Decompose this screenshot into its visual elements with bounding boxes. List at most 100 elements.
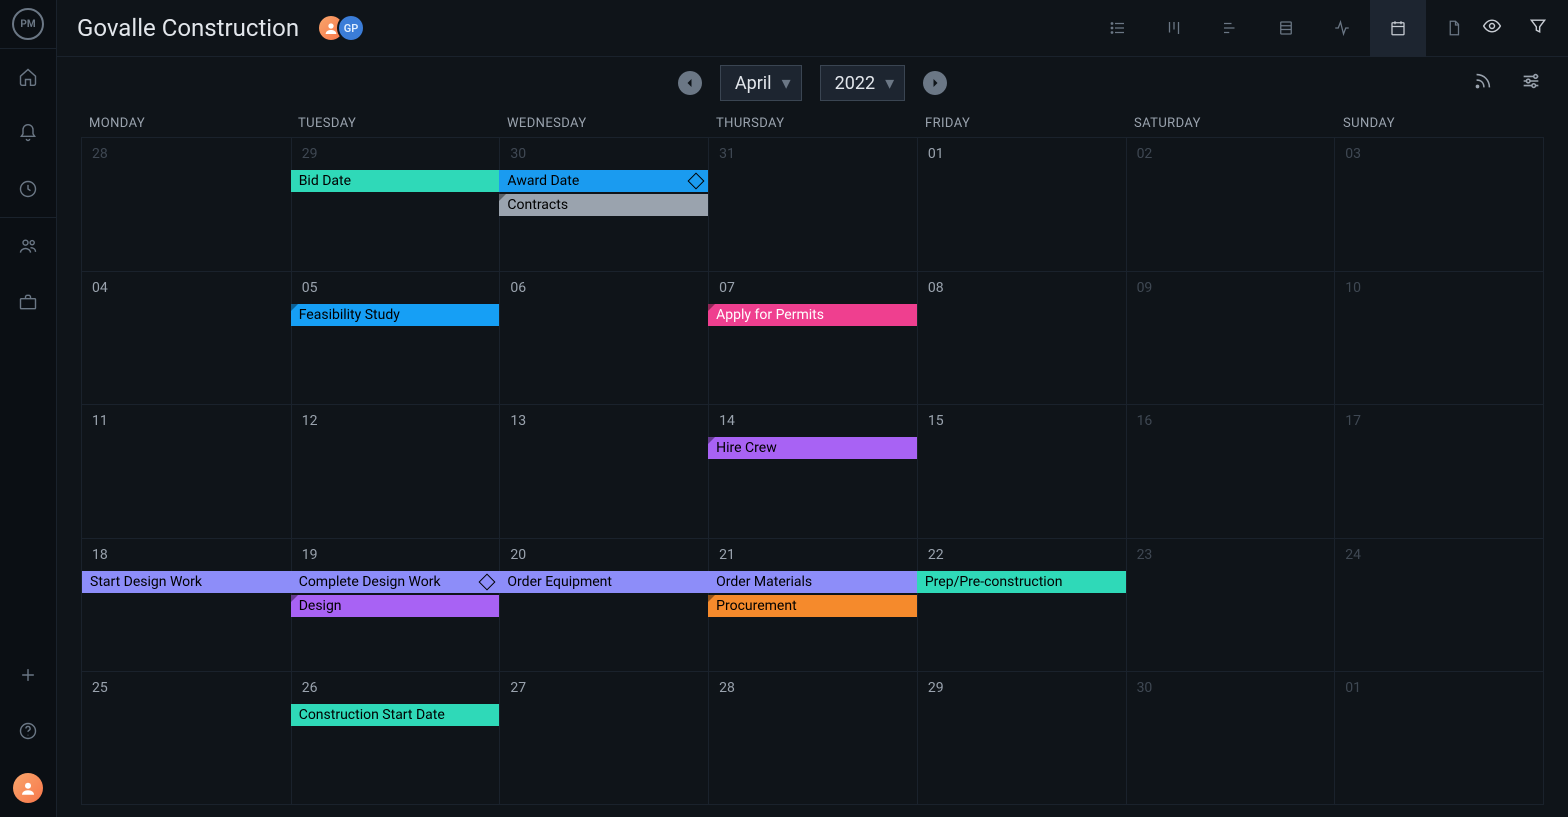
nav-home[interactable] — [0, 49, 57, 105]
day-cell[interactable]: 18 — [82, 539, 291, 671]
day-cell[interactable]: 08 — [917, 272, 1126, 404]
day-number: 02 — [1137, 146, 1325, 162]
calendar-event[interactable]: Complete Design Work — [291, 571, 500, 593]
event-label: Order Equipment — [507, 574, 612, 590]
filter-button[interactable] — [1528, 16, 1548, 40]
view-sheet[interactable] — [1258, 0, 1314, 57]
day-cell[interactable]: 09 — [1126, 272, 1335, 404]
month-label: April — [735, 73, 772, 94]
event-label: Order Materials — [716, 574, 812, 590]
calendar-event[interactable]: Design — [291, 595, 500, 617]
day-cell[interactable]: 06 — [499, 272, 708, 404]
nav-user-avatar[interactable] — [13, 773, 43, 803]
settings-button[interactable] — [1520, 70, 1542, 96]
day-cell[interactable]: 22 — [917, 539, 1126, 671]
calendar-week: 11121314151617 Hire Crew — [82, 404, 1543, 537]
nav-recent[interactable] — [0, 161, 57, 217]
view-board[interactable] — [1146, 0, 1202, 57]
calendar-event[interactable]: Apply for Permits — [708, 304, 917, 326]
day-cell[interactable]: 20 — [499, 539, 708, 671]
calendar-event[interactable]: Feasibility Study — [291, 304, 500, 326]
day-cell[interactable]: 03 — [1334, 138, 1543, 271]
day-cell[interactable]: 04 — [82, 272, 291, 404]
day-cell[interactable]: 25 — [82, 672, 291, 804]
home-icon — [18, 67, 38, 87]
calendar-event[interactable]: Prep/Pre-construction — [917, 571, 1126, 593]
chevron-right-icon — [929, 77, 941, 89]
day-number: 29 — [302, 146, 490, 162]
plus-icon — [18, 665, 38, 685]
next-month-button[interactable] — [923, 71, 947, 95]
day-cell[interactable]: 13 — [499, 405, 708, 537]
day-cell[interactable]: 15 — [917, 405, 1126, 537]
calendar-event[interactable]: Bid Date — [291, 170, 500, 192]
day-cell[interactable]: 17 — [1334, 405, 1543, 537]
calendar-event[interactable]: Order Materials — [708, 571, 917, 593]
calendar-toolbar: April ▾ 2022 ▾ — [57, 57, 1568, 109]
calendar-event[interactable]: Start Design Work — [82, 571, 291, 593]
day-cell[interactable]: 11 — [82, 405, 291, 537]
day-cell[interactable]: 29 — [291, 138, 500, 271]
nav-team[interactable] — [0, 218, 57, 274]
view-files[interactable] — [1426, 0, 1482, 57]
calendar-grid: 28293031010203Bid DateAward DateContract… — [81, 137, 1544, 805]
day-number: 03 — [1345, 146, 1533, 162]
calendar-event[interactable]: Procurement — [708, 595, 917, 617]
nav-help[interactable] — [0, 703, 57, 759]
event-label: Award Date — [507, 173, 579, 189]
day-cell[interactable]: 28 — [708, 672, 917, 804]
dow-header: THURSDAY — [708, 109, 917, 137]
day-cell[interactable]: 07 — [708, 272, 917, 404]
prev-month-button[interactable] — [678, 71, 702, 95]
day-cell[interactable]: 26 — [291, 672, 500, 804]
nav-projects[interactable] — [0, 274, 57, 330]
avatar-group[interactable]: GP — [317, 14, 365, 42]
avatar-user-2[interactable]: GP — [337, 14, 365, 42]
year-select[interactable]: 2022 ▾ — [820, 65, 906, 101]
view-dashboard[interactable] — [1314, 0, 1370, 57]
day-number: 29 — [928, 680, 1116, 696]
day-cell[interactable]: 30 — [1126, 672, 1335, 804]
day-cell[interactable]: 29 — [917, 672, 1126, 804]
day-cell[interactable]: 05 — [291, 272, 500, 404]
day-cell[interactable]: 12 — [291, 405, 500, 537]
day-cell[interactable]: 02 — [1126, 138, 1335, 271]
event-label: Procurement — [716, 598, 797, 614]
day-cell[interactable]: 24 — [1334, 539, 1543, 671]
eye-icon — [1482, 16, 1502, 36]
calendar-week: 28293031010203Bid DateAward DateContract… — [82, 138, 1543, 271]
day-number: 01 — [1345, 680, 1533, 696]
month-select[interactable]: April ▾ — [720, 65, 802, 101]
calendar-event[interactable]: Contracts — [499, 194, 708, 216]
day-cell[interactable]: 28 — [82, 138, 291, 271]
dow-row: MONDAYTUESDAYWEDNESDAYTHURSDAYFRIDAYSATU… — [81, 109, 1544, 137]
day-cell[interactable]: 01 — [1334, 672, 1543, 804]
app-logo[interactable]: PM — [12, 8, 44, 40]
day-cell[interactable]: 10 — [1334, 272, 1543, 404]
view-calendar[interactable] — [1370, 0, 1426, 57]
day-cell[interactable]: 01 — [917, 138, 1126, 271]
day-cell[interactable]: 16 — [1126, 405, 1335, 537]
nav-alerts[interactable] — [0, 105, 57, 161]
left-nav: PM — [0, 0, 57, 817]
calendar-event[interactable]: Award Date — [499, 170, 708, 192]
view-gantt[interactable] — [1202, 0, 1258, 57]
day-number: 22 — [928, 547, 1116, 563]
event-label: Design — [299, 598, 342, 614]
event-label: Contracts — [507, 197, 568, 213]
visibility-toggle[interactable] — [1482, 16, 1502, 40]
view-list[interactable] — [1090, 0, 1146, 57]
day-number: 25 — [92, 680, 281, 696]
day-cell[interactable]: 27 — [499, 672, 708, 804]
nav-add[interactable] — [0, 647, 57, 703]
day-cell[interactable]: 31 — [708, 138, 917, 271]
calendar-event[interactable]: Order Equipment — [499, 571, 708, 593]
calendar-event[interactable]: Construction Start Date — [291, 704, 500, 726]
activity-icon — [1333, 19, 1351, 37]
day-cell[interactable]: 14 — [708, 405, 917, 537]
event-label: Feasibility Study — [299, 307, 400, 323]
day-cell[interactable]: 23 — [1126, 539, 1335, 671]
calendar-event[interactable]: Hire Crew — [708, 437, 917, 459]
toolbar-right — [1472, 57, 1542, 109]
feed-button[interactable] — [1472, 70, 1494, 96]
